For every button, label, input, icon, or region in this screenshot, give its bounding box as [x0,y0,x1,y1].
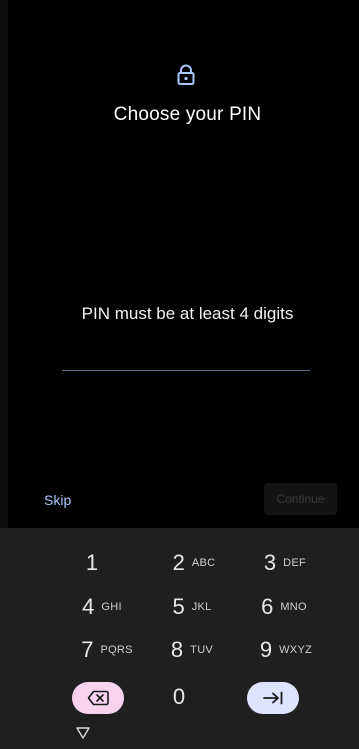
key-8[interactable]: 8 TUV [147,632,237,668]
key-letters: ABC [191,557,216,569]
lock-icon [177,64,195,85]
backspace-icon [87,690,109,706]
key-4[interactable]: 4 GHI [57,589,147,625]
key-5[interactable]: 5 JKL [147,589,237,625]
backspace-key[interactable] [72,682,124,714]
key-digit: 2 [172,550,185,575]
pin-input[interactable] [62,336,310,368]
key-7[interactable]: 7 PQRS [62,632,152,668]
nav-back-icon[interactable] [76,727,90,739]
key-digit: 7 [81,637,94,662]
key-6[interactable]: 6 MNO [239,589,329,625]
numeric-keyboard: 1 2 ABC 3 DEF 4 GHI 5 JKL 6 MNO 7 PQRS 8 [0,528,359,749]
key-letters: MNO [280,601,307,613]
key-3[interactable]: 3 DEF [240,545,330,581]
key-letters: WXYZ [279,644,313,656]
key-0[interactable]: 0 [167,684,191,714]
tab-enter-icon [263,691,283,705]
key-digit: 3 [263,550,277,575]
skip-button[interactable]: Skip [44,492,71,508]
key-letters: DEF [283,557,307,569]
pin-setup-screen: Choose your PIN PIN must be at least 4 d… [0,0,359,749]
key-digit: 8 [170,637,184,662]
key-digit: 4 [82,594,95,619]
continue-button[interactable]: Continue [264,483,337,515]
page-title: Choose your PIN [113,104,262,125]
key-1[interactable]: 1 [47,545,137,581]
pin-underline [62,370,310,371]
key-digit: 5 [172,594,185,619]
key-2[interactable]: 2 ABC [149,545,239,581]
key-digit: 1 [85,550,99,575]
key-letters: TUV [190,644,214,656]
key-9[interactable]: 9 WXYZ [241,632,331,668]
key-letters: JKL [191,601,212,613]
enter-key[interactable] [247,682,299,714]
key-letters: GHI [101,601,122,613]
key-letters: PQRS [100,644,133,656]
key-digit: 6 [261,594,274,619]
pin-hint: PIN must be at least 4 digits [81,304,294,323]
key-digit: 9 [259,637,273,662]
